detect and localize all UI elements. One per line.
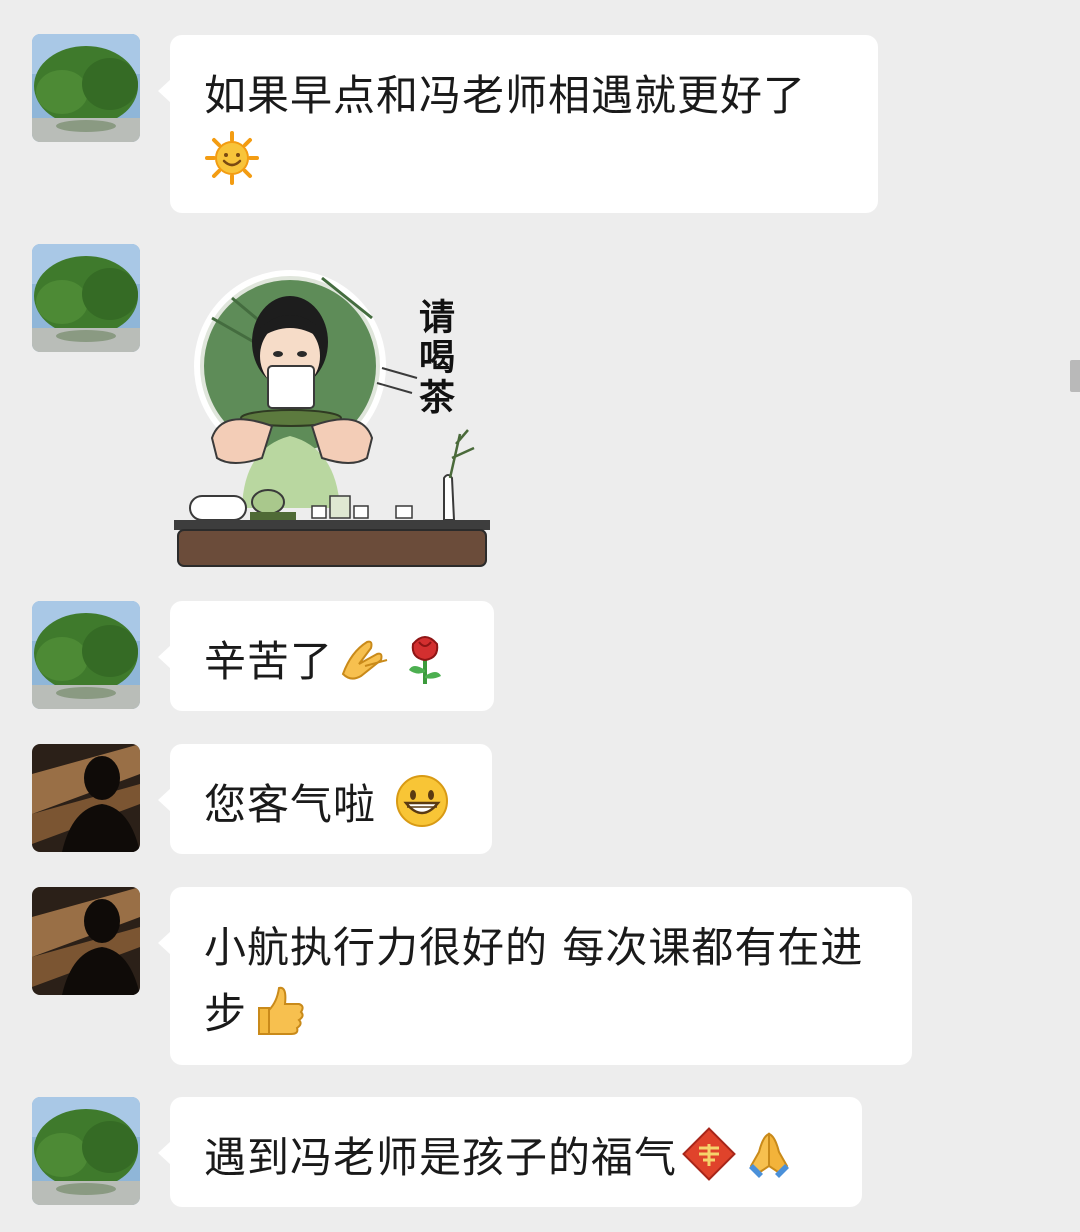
avatar-parent[interactable] [32, 1097, 140, 1205]
folded-hands-emoji-icon [741, 1126, 797, 1182]
bubble-tail [158, 1141, 171, 1165]
bubble-tail [158, 79, 171, 103]
message-text: 辛苦了 [204, 637, 334, 686]
scrollbar-handle[interactable] [1070, 360, 1080, 392]
bubble-tail [158, 931, 171, 955]
fu-blessing-emoji-icon [681, 1126, 737, 1182]
message-bubble[interactable]: 辛苦了 [158, 601, 494, 711]
bubble-tail [158, 788, 171, 812]
message-bubble[interactable]: 如果早点和冯老师相遇就更好了 [158, 35, 878, 213]
message-text: 您客气啦 [204, 780, 377, 829]
rose-emoji-icon [397, 630, 453, 686]
message-bubble[interactable]: 小航执行力很好的 每次课都有在进步 [158, 887, 912, 1065]
message-bubble[interactable]: 您客气啦 [158, 744, 492, 854]
avatar-parent[interactable] [32, 244, 140, 352]
message-bubble[interactable]: 遇到冯老师是孩子的福气 [158, 1097, 862, 1207]
sticker-text: 请喝茶 [413, 298, 455, 418]
avatar-parent[interactable] [32, 34, 140, 142]
message-text: 如果早点和冯老师相遇就更好了 [204, 71, 807, 120]
message-text: 遇到冯老师是孩子的福气 [204, 1133, 678, 1182]
tea-sticker[interactable]: 请喝茶 [172, 258, 492, 570]
bubble-tail [158, 645, 171, 669]
thumbs-up-emoji-icon [251, 982, 307, 1038]
avatar-parent[interactable] [32, 601, 140, 709]
avatar-teacher[interactable] [32, 744, 140, 852]
sun-face-emoji-icon [204, 130, 260, 186]
handshake-hand-emoji-icon [337, 630, 393, 686]
avatar-teacher[interactable] [32, 887, 140, 995]
grinning-face-emoji-icon [394, 773, 450, 829]
